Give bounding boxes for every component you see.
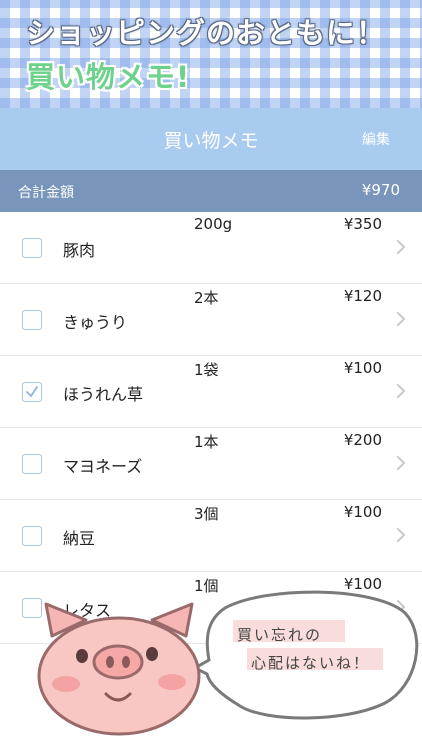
list-item[interactable]: きゅうり 2本 ¥120	[0, 284, 422, 356]
item-quantity: 2本	[194, 289, 219, 307]
checkbox-icon[interactable]	[22, 238, 42, 258]
chevron-right-icon[interactable]	[396, 311, 406, 327]
item-price: ¥120	[343, 287, 382, 305]
item-quantity: 1袋	[194, 361, 219, 379]
promo-headline: ショッピングのおともに！	[26, 16, 387, 50]
navigation-bar: 買い物メモ 編集	[0, 108, 422, 170]
checkbox-icon[interactable]	[22, 454, 42, 474]
speech-line-2: 心配はないね！	[251, 654, 371, 672]
item-name: きゅうり	[63, 313, 128, 332]
item-quantity: 3個	[194, 505, 219, 523]
item-price: ¥350	[343, 215, 382, 233]
promo-app-name: 買い物メモ!	[26, 60, 191, 94]
total-value: ¥970	[361, 181, 400, 199]
list-item[interactable]: ほうれん草 1袋 ¥100	[0, 356, 422, 428]
total-label: 合計金額	[18, 185, 74, 201]
item-price: ¥200	[343, 431, 382, 449]
chevron-right-icon[interactable]	[396, 239, 406, 255]
item-price: ¥100	[343, 503, 382, 521]
page-title: 買い物メモ	[163, 130, 259, 152]
item-name: マヨネーズ	[63, 457, 143, 476]
promo-banner: ショッピングのおともに！ 買い物メモ!	[0, 0, 422, 108]
chevron-right-icon[interactable]	[396, 383, 406, 399]
chevron-right-icon[interactable]	[396, 527, 406, 543]
pig-mascot-icon	[37, 602, 201, 736]
edit-button[interactable]: 編集	[362, 129, 390, 149]
shopping-list: 豚肉 200g ¥350 きゅうり 2本 ¥120 ほうれん草 1袋 ¥100 マヨネーズ 1本 ¥2…	[0, 212, 422, 644]
checkmark-icon	[26, 386, 38, 397]
checkbox-icon[interactable]	[22, 310, 42, 330]
item-quantity: 200g	[194, 215, 233, 233]
speech-line-1: 買い忘れの	[237, 626, 323, 644]
item-quantity: 1本	[194, 433, 219, 451]
checkbox-icon[interactable]	[22, 526, 42, 546]
chevron-right-icon[interactable]	[396, 455, 406, 471]
list-item[interactable]: 納豆 3個 ¥100	[0, 500, 422, 572]
list-item[interactable]: 豚肉 200g ¥350	[0, 212, 422, 284]
item-name: 豚肉	[63, 241, 96, 260]
total-bar: 合計金額 ¥970	[0, 170, 422, 212]
item-price: ¥100	[343, 359, 382, 377]
item-name: 納豆	[63, 529, 96, 548]
item-name: ほうれん草	[63, 385, 144, 404]
list-item[interactable]: マヨネーズ 1本 ¥200	[0, 428, 422, 500]
checkbox-icon[interactable]	[22, 382, 42, 402]
